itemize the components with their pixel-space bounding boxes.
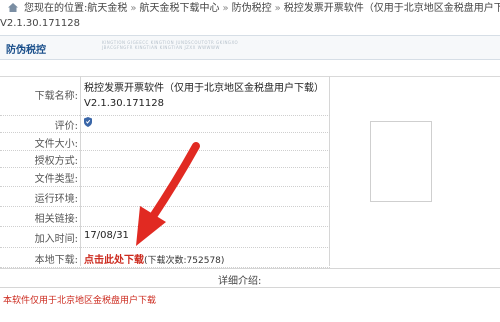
section-title: 防伪税控 [6,45,46,56]
section-header: 防伪税控 KINGTION GIGEECC KINGTION JUNDSCOUT… [0,35,500,60]
added-date-value: 17/08/31 [84,230,129,241]
field-label: 评价: [54,121,78,132]
field-label: 相关链接: [34,214,78,225]
breadcrumb-continuation: V2.1.30.171128 [0,18,80,29]
breadcrumb: 您现在的位置:航天金税» 航天金税下载中心» 防伪税控» 税控发票开票软件（仅用于北京… [0,0,500,34]
table-row-links: 相关链接: [0,206,330,227]
table-row-license: 授权方式: [0,150,330,168]
home-icon [8,3,18,12]
field-label: 加入时间: [34,234,78,245]
table-row-name: 下载名称: 税控发票开票软件（仅用于北京地区金税盘用户下载）V2.1.30.17… [0,78,330,116]
detail-row: 详细介绍: [0,268,500,288]
breadcrumb-line: 您现在的位置:航天金税» 航天金税下载中心» 防伪税控» 税控发票开票软件（仅用于北京… [8,0,500,17]
detail-label: 详细介绍: [218,276,262,287]
download-link[interactable]: 点击此处下载 [84,255,144,266]
download-name-value: 税控发票开票软件（仅用于北京地区金税盘用户下载）V2.1.30.171128 [84,83,324,109]
breadcrumb-separator: » [274,3,281,14]
software-thumbnail [370,121,432,202]
footer-note: 本软件仅用于北京地区金税盘用户下载 [3,296,157,306]
rating-shield-icon [84,117,92,127]
breadcrumb-current: 税控发票开票软件（仅用于北京地区金税盘用户下载） [283,3,500,14]
breadcrumb-link-1[interactable]: 航天金税 [87,3,127,14]
table-row-rating: 评价: [0,115,330,133]
field-label: 运行环境: [34,194,78,205]
table-row-date: 加入时间: 17/08/31 [0,226,330,248]
download-count: (下载次数:752578) [144,256,225,266]
field-label: 文件大小: [34,139,78,150]
breadcrumb-link-3[interactable]: 防伪税控 [232,3,272,14]
breadcrumb-separator: » [222,3,229,14]
download-value: 点击此处下载(下载次数:752578) [84,251,329,266]
breadcrumb-prefix: 您现在的位置: [24,3,88,14]
breadcrumb-link-2[interactable]: 航天金税下载中心 [140,3,220,14]
table-row-download: 本地下载: 点击此处下载(下载次数:752578) [0,247,330,268]
breadcrumb-separator: » [130,3,137,14]
field-label: 本地下载: [34,255,78,266]
section-watermark: KINGTION GIGEECC KINGTION JUNDSCOUTOTR G… [102,40,239,50]
table-row-type: 文件类型: [0,167,330,187]
field-label: 文件类型: [34,174,78,185]
field-label: 授权方式: [34,156,78,167]
field-label: 下载名称: [34,91,78,102]
table-row-size: 文件大小: [0,132,330,151]
table-row-environment: 运行环境: [0,186,330,207]
rating-value [84,117,329,130]
